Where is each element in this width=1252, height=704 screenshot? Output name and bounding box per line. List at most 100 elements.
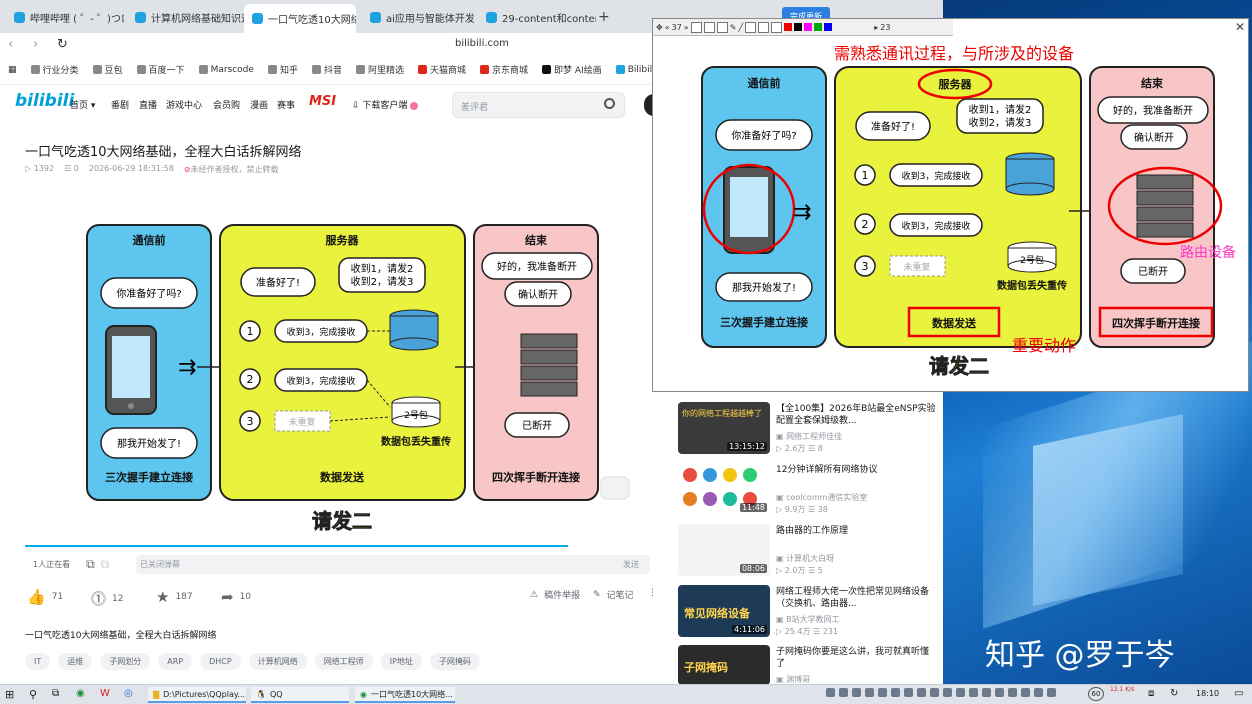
report-button[interactable]: ⚠ 稿件举报: [530, 588, 581, 602]
taskbar-item-browser[interactable]: ◉ 一口气吃透10大网络...: [355, 687, 455, 703]
tag[interactable]: ARP: [158, 653, 193, 670]
step-number: 2: [247, 373, 254, 386]
bookmark-item[interactable]: 豆包: [92, 63, 123, 76]
nav-match[interactable]: 赛事: [277, 98, 295, 111]
wps-icon[interactable]: W: [100, 688, 110, 699]
bookmark-item[interactable]: 行业分类: [30, 63, 79, 76]
bilibili-tab-icon: [486, 11, 497, 23]
bookmark-item[interactable]: 抖音: [311, 63, 342, 76]
tab-ai-app[interactable]: ai应用与智能体开发-哔: [362, 6, 474, 28]
sync-icon[interactable]: ↻: [1170, 688, 1178, 699]
tray-icon[interactable]: [865, 688, 874, 697]
tag[interactable]: IT: [25, 653, 51, 670]
search-icon[interactable]: [604, 98, 615, 109]
tab-bilibili-home[interactable]: 哔哩哔哩 ( ゜- ゜)つロ 干: [6, 6, 124, 28]
tag[interactable]: 运维: [58, 653, 93, 670]
danmaku-settings-icon[interactable]: ⧉: [101, 557, 110, 572]
apps-icon[interactable]: ▦: [8, 65, 17, 75]
tray-icon[interactable]: [1021, 688, 1030, 697]
battery-indicator[interactable]: 60: [1088, 687, 1104, 701]
tray-icon[interactable]: [1034, 688, 1043, 697]
tag[interactable]: IP地址: [380, 653, 422, 670]
tag[interactable]: 计算机网络: [248, 653, 307, 670]
browser-icon[interactable]: ◎: [124, 688, 133, 699]
tab-network-basics[interactable]: 计算机网络基础知识速成: [127, 6, 245, 28]
windows-start-icon[interactable]: ⊞: [5, 688, 14, 701]
bookmark-item[interactable]: 知乎: [267, 63, 298, 76]
danmaku-toggle-icon[interactable]: ⧉: [86, 557, 95, 572]
bookmark-item[interactable]: 百度一下: [136, 63, 185, 76]
recommend-item[interactable]: 子网掩码 子网掩码你要是这么讲，我可就真听懂了 ▣ 渊博哥: [678, 645, 938, 684]
tray-icon[interactable]: [995, 688, 1004, 697]
clock[interactable]: 18:10: [1196, 689, 1219, 698]
recommend-item[interactable]: 08:06 路由器的工作原理 ▣ 计算机大白呀 ▷ 2.0万 ☰ 5: [678, 524, 938, 576]
tag[interactable]: 子网掩码: [429, 653, 480, 670]
reload-icon[interactable]: ↻: [57, 37, 68, 52]
tab-content[interactable]: 29-content和content_l: [478, 6, 596, 28]
nav-manga[interactable]: 漫画: [250, 98, 268, 111]
tab-current-video[interactable]: 一口气吃透10大网络✕: [244, 4, 356, 33]
download-client-button[interactable]: ⇩ 下载客户端: [352, 98, 419, 111]
edge-icon[interactable]: ◉: [76, 688, 85, 699]
tray-icon[interactable]: [839, 688, 848, 697]
tray-icon[interactable]: [917, 688, 926, 697]
nav-home[interactable]: 首页 ▾: [70, 98, 95, 111]
tray-icon[interactable]: [930, 688, 939, 697]
msi-banner[interactable]: MSI: [309, 94, 336, 109]
tag[interactable]: 子网划分: [100, 653, 151, 670]
bookmark-item[interactable]: 即梦 AI绘画: [542, 63, 602, 76]
search-icon[interactable]: ⚲: [29, 688, 37, 701]
forward-icon[interactable]: ›: [33, 37, 38, 52]
nav-game-center[interactable]: 游戏中心: [166, 98, 202, 111]
tray-icon[interactable]: [852, 688, 861, 697]
taskbar-item-qq[interactable]: 🐧 QQ: [251, 687, 349, 703]
back-icon[interactable]: ‹: [8, 37, 13, 52]
tray-icon[interactable]: [904, 688, 913, 697]
tray-icon[interactable]: [956, 688, 965, 697]
danmaku-input[interactable]: 已关闭弹幕: [136, 555, 650, 574]
progress-bar[interactable]: [25, 545, 568, 547]
tray-icon[interactable]: [969, 688, 978, 697]
tray-icon[interactable]: [943, 688, 952, 697]
video-meta: ▷ 1392 ☰ 0 2026-06-29 18:31:58 ⊘未经作者授权，禁…: [25, 164, 279, 175]
share-button[interactable]: ➦ 10: [221, 588, 251, 606]
danmaku-send-button[interactable]: 发送: [611, 555, 651, 574]
bookmark-item[interactable]: 京东商城: [480, 63, 528, 76]
nav-bangumi[interactable]: 番剧: [111, 98, 129, 111]
video-player[interactable]: 通信前 你准备好了吗? 那我开始发了! 三次握手建立连接 ⇉ 服务器 准备好了!…: [25, 192, 658, 549]
bookmark-item[interactable]: 天猫商城: [417, 63, 466, 76]
url-field[interactable]: bilibili.com: [455, 38, 509, 49]
recommend-item[interactable]: 常见网络设备 4:11:06 网络工程师大佬一次性把常见网络设备（交换机、路由器.…: [678, 585, 938, 637]
nav-live[interactable]: 直播: [139, 98, 157, 111]
recommend-uploader: ▣ coolcomm通信实验室: [776, 493, 868, 502]
coin-button[interactable]: ⓵ 12: [91, 588, 123, 609]
tray-icon[interactable]: [891, 688, 900, 697]
favorite-button[interactable]: ★ 187: [156, 588, 193, 606]
bookmark-item[interactable]: Marscode: [198, 65, 254, 75]
tray-icon[interactable]: [826, 688, 835, 697]
recommend-item[interactable]: 11:48 12分钟详解所有网络协议 ▣ coolcomm通信实验室 ▷ 9.9…: [678, 463, 938, 515]
note-button[interactable]: ✎ 记笔记: [593, 588, 634, 602]
play-hint-icon[interactable]: [600, 476, 630, 500]
search-input[interactable]: 差评君: [452, 92, 625, 118]
notification-icon[interactable]: ▭: [1234, 688, 1243, 699]
tray-icon[interactable]: [1047, 688, 1056, 697]
task-view-icon[interactable]: ⧉: [52, 688, 59, 699]
nav-shop[interactable]: 会员购: [213, 98, 240, 111]
like-button[interactable]: 👍 71: [27, 588, 63, 606]
bookmark-item[interactable]: Bilibili: [615, 65, 655, 75]
report-label: 稿件举报: [544, 591, 581, 601]
more-icon[interactable]: ⋮: [648, 588, 657, 598]
panel-caption: 四次挥手断开连接: [1112, 316, 1200, 330]
tray-icon[interactable]: [878, 688, 887, 697]
recommend-item[interactable]: 你的网络工程越越棒了 13:15:12 【全100集】2026年B站最全eNSP实…: [678, 402, 938, 454]
new-tab-button[interactable]: +: [598, 9, 610, 25]
taskbar-item-explorer[interactable]: ▇ D:\Pictures\QQplay...: [148, 687, 246, 703]
bookmark-item[interactable]: 阿里精选: [355, 63, 404, 76]
bilibili-logo[interactable]: bilibili: [15, 91, 74, 111]
tag[interactable]: 网络工程师: [314, 653, 373, 670]
tray-icon[interactable]: [982, 688, 991, 697]
display-icon[interactable]: ⧈: [1148, 688, 1154, 699]
tag[interactable]: DHCP: [200, 653, 241, 670]
tray-icon[interactable]: [1008, 688, 1017, 697]
